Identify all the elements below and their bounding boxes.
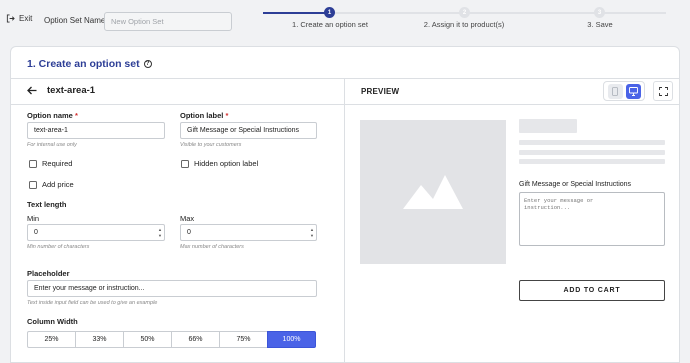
hidden-label-checkbox-label: Hidden option label: [194, 159, 259, 168]
option-label-label: Option label *: [180, 111, 229, 120]
mobile-icon: [612, 86, 618, 96]
exit-label: Exit: [19, 14, 33, 23]
option-name-label: Option name *: [27, 111, 78, 120]
preview-textarea[interactable]: [519, 192, 665, 246]
skeleton-title: [519, 119, 577, 133]
max-stepper-icon[interactable]: ▲ ▼: [310, 227, 314, 238]
stepper-progress-line: [263, 12, 329, 14]
step-2-label: 2. Assign it to product(s): [423, 20, 505, 29]
required-checkbox-label: Required: [42, 159, 73, 168]
min-hint: Min number of characters: [27, 244, 90, 250]
step-3-dot[interactable]: 3: [594, 7, 605, 18]
step-3-label: 3. Save: [587, 20, 613, 29]
preview-title: PREVIEW: [361, 87, 400, 96]
max-length-input[interactable]: 0 ▲ ▼: [180, 224, 317, 241]
column-width-66[interactable]: 66%: [171, 331, 220, 348]
hidden-label-checkbox-row[interactable]: Hidden option label: [181, 159, 258, 168]
option-name-input[interactable]: text-area-1: [27, 122, 165, 139]
desktop-icon: [628, 86, 638, 96]
card-header-divider: [11, 78, 679, 79]
text-length-heading: Text length: [27, 200, 67, 209]
min-stepper-icon[interactable]: ▲ ▼: [158, 227, 162, 238]
card-title: 1. Create an option set ?: [27, 58, 152, 70]
skeleton-line-3: [519, 159, 665, 164]
hidden-label-checkbox[interactable]: [181, 159, 189, 168]
option-label-hint: Visible to your customers: [180, 142, 242, 148]
min-length-value: 0: [34, 229, 38, 236]
exit-button[interactable]: Exit: [6, 14, 32, 23]
min-length-input[interactable]: 0 ▲ ▼: [27, 224, 165, 241]
column-width-25[interactable]: 25%: [27, 331, 76, 348]
panel-divider: [344, 78, 345, 362]
skeleton-line-1: [519, 140, 665, 145]
exit-icon: [6, 14, 15, 23]
add-price-checkbox-label: Add price: [42, 180, 74, 189]
option-set-name-label: Option Set Name: [44, 16, 106, 25]
min-label: Min: [27, 214, 40, 223]
max-hint: Max number of characters: [180, 244, 244, 250]
required-checkbox-row[interactable]: Required: [29, 159, 72, 168]
fullscreen-icon: [658, 86, 668, 96]
preview-field-label: Gift Message or Special Instructions: [519, 181, 632, 188]
column-width-75[interactable]: 75%: [219, 331, 268, 348]
option-name-hint: For internal use only: [27, 142, 77, 148]
option-set-card: 1. Create an option set ? text-area-1 Op…: [10, 46, 680, 363]
max-label: Max: [180, 214, 195, 223]
stepper-track-line: [335, 12, 666, 14]
placeholder-input[interactable]: Enter your message or instruction...: [27, 280, 317, 297]
step-1-dot[interactable]: 1: [324, 7, 335, 18]
panel-header-divider: [11, 104, 679, 105]
add-price-checkbox-row[interactable]: Add price: [29, 180, 74, 189]
product-image-placeholder: [360, 120, 506, 264]
add-price-checkbox[interactable]: [29, 180, 37, 189]
step-1-label: 1. Create an option set: [292, 20, 368, 29]
desktop-view-button[interactable]: [625, 83, 641, 99]
option-set-name-input[interactable]: [104, 12, 232, 31]
column-width-label: Column Width: [27, 317, 78, 326]
device-toggle: [603, 81, 645, 101]
column-width-100[interactable]: 100%: [267, 331, 316, 348]
max-length-value: 0: [187, 229, 191, 236]
help-icon[interactable]: ?: [143, 60, 152, 68]
step-2-dot[interactable]: 2: [459, 7, 470, 18]
placeholder-label: Placeholder: [27, 269, 70, 278]
skeleton-line-2: [519, 150, 665, 155]
image-placeholder-icon: [403, 175, 463, 209]
column-width-50[interactable]: 50%: [123, 331, 172, 348]
column-width-33[interactable]: 33%: [75, 331, 124, 348]
column-width-selector: 25% 33% 50% 66% 75% 100%: [27, 331, 316, 348]
editor-title: text-area-1: [47, 85, 96, 96]
editor-header: text-area-1: [27, 85, 95, 96]
option-label-input[interactable]: Gift Message or Special Instructions: [180, 122, 317, 139]
placeholder-hint: Text inside input field can be used to g…: [27, 300, 158, 306]
required-checkbox[interactable]: [29, 159, 37, 168]
back-arrow-icon[interactable]: [27, 86, 37, 95]
mobile-view-button[interactable]: [607, 83, 623, 99]
card-title-text: 1. Create an option set: [27, 58, 140, 70]
add-to-cart-button[interactable]: ADD TO CART: [519, 280, 665, 301]
fullscreen-button[interactable]: [653, 81, 673, 101]
